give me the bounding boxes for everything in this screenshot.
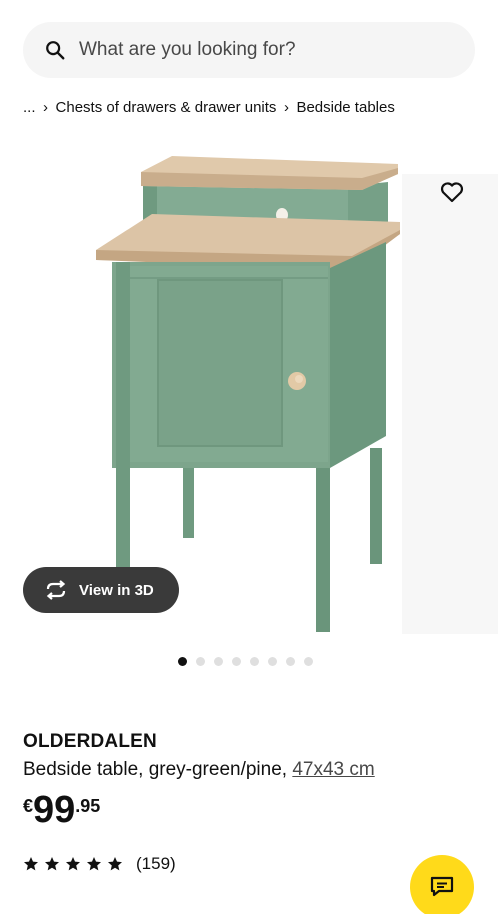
product-gallery[interactable] — [0, 138, 498, 638]
chevron-right-icon: › — [283, 98, 289, 116]
product-size-link[interactable]: 47x43 cm — [292, 759, 374, 780]
gallery-dot[interactable] — [304, 657, 313, 666]
breadcrumb-ellipsis[interactable]: ... — [23, 99, 36, 116]
gallery-dot[interactable] — [232, 657, 241, 666]
price-integer: 99 — [33, 789, 76, 831]
price-decimal: .95 — [75, 796, 101, 816]
gallery-dot[interactable] — [178, 657, 187, 666]
favourite-button[interactable] — [432, 172, 472, 212]
chevron-right-icon: › — [43, 98, 49, 116]
heart-icon — [440, 182, 464, 203]
star-icon — [24, 857, 38, 871]
star-icon — [45, 857, 59, 871]
search-input[interactable] — [79, 22, 459, 78]
star-icon — [87, 857, 101, 871]
product-name: OLDERDALEN — [23, 731, 157, 752]
breadcrumb-item-chests[interactable]: Chests of drawers & drawer units — [56, 99, 277, 116]
gallery-dot[interactable] — [196, 657, 205, 666]
gallery-dot[interactable] — [250, 657, 259, 666]
product-rating[interactable]: (159) — [23, 854, 176, 874]
product-price: € 99 .95 — [23, 790, 100, 830]
gallery-dot[interactable] — [286, 657, 295, 666]
view-in-3d-button[interactable]: View in 3D — [23, 567, 179, 613]
product-description: Bedside table, grey-green/pine, 47x43 cm — [23, 759, 375, 781]
breadcrumb-item-bedside-tables[interactable]: Bedside tables — [296, 99, 394, 116]
breadcrumb: ... › Chests of drawers & drawer units ›… — [23, 97, 395, 117]
gallery-dot[interactable] — [214, 657, 223, 666]
search-bar[interactable] — [23, 22, 475, 78]
star-icon — [66, 857, 80, 871]
view-in-3d-label: View in 3D — [79, 581, 154, 599]
search-icon — [46, 41, 65, 60]
chat-button[interactable] — [410, 855, 474, 914]
gallery-dot[interactable] — [268, 657, 277, 666]
product-image — [96, 156, 400, 632]
gallery-pagination — [178, 657, 313, 666]
chat-icon — [430, 876, 454, 897]
rating-count: (159) — [136, 854, 176, 873]
rotate-3d-icon — [43, 580, 69, 600]
product-description-text: Bedside table, grey-green/pine, — [23, 759, 293, 780]
star-icon — [108, 857, 122, 871]
price-currency: € — [23, 796, 34, 816]
